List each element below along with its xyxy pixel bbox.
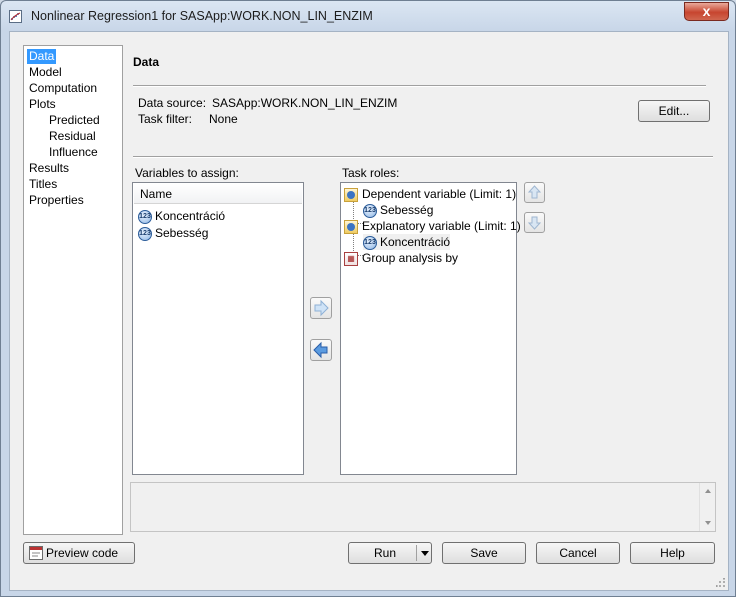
scroll-up-icon[interactable] (701, 486, 715, 496)
data-source-label: Data source: (138, 96, 207, 110)
nav-item-plots[interactable]: Plots (27, 97, 58, 112)
save-button[interactable]: Save (442, 542, 526, 564)
nav-item-data[interactable]: Data (27, 49, 57, 64)
numeric-variable-icon: 123 (363, 235, 377, 250)
cancel-button[interactable]: Cancel (536, 542, 620, 564)
nav-item-properties[interactable]: Properties (27, 193, 86, 208)
nav-item-influence[interactable]: Influence (47, 145, 100, 160)
variable-name: Sebesség (380, 203, 434, 217)
dialog-window: Nonlinear Regression1 for SASApp:WORK.NO… (0, 0, 736, 597)
role-icon (344, 219, 358, 234)
nav-item-computation[interactable]: Computation (27, 81, 99, 96)
divider (133, 85, 706, 87)
task-roles-label: Task roles: (342, 166, 400, 180)
scroll-down-icon[interactable] (701, 518, 715, 528)
run-button[interactable]: Run (348, 542, 432, 564)
split-divider (416, 545, 417, 561)
assign-right-button[interactable] (310, 297, 332, 319)
scrollbar[interactable] (699, 483, 715, 531)
variables-label: Variables to assign: (135, 166, 239, 180)
task-roles-tree[interactable]: Dependent variable (Limit: 1) 123 Sebessé… (340, 182, 521, 475)
nav-item-residual[interactable]: Residual (47, 129, 98, 144)
close-icon: x (702, 3, 711, 19)
regression-icon (9, 10, 22, 23)
dropdown-arrow-icon[interactable] (420, 550, 430, 558)
group-by-icon: ▦ (344, 251, 358, 266)
arrow-right-icon (314, 299, 329, 317)
role-dependent-variable[interactable]: Dependent variable (Limit: 1) (344, 186, 516, 202)
navigation-panel: Data Model Computation Plots Predicted R… (23, 45, 123, 535)
divider (133, 156, 713, 158)
window-title: Nonlinear Regression1 for SASApp:WORK.NO… (31, 9, 373, 23)
numeric-variable-icon: 123 (363, 203, 377, 218)
run-label: Run (374, 546, 397, 560)
task-filter-label: Task filter: (138, 112, 193, 126)
role-group-analysis[interactable]: ▦ Group analysis by (344, 250, 458, 266)
nav-item-results[interactable]: Results (27, 161, 71, 176)
nav-item-predicted[interactable]: Predicted (47, 113, 102, 128)
role-label: Explanatory variable (Limit: 1) (362, 219, 521, 233)
help-text-box (130, 482, 716, 532)
variables-list[interactable]: Name 123 Koncentráció 123 Sebesség (132, 182, 304, 475)
assigned-variable[interactable]: 123 Koncentráció (363, 234, 451, 250)
data-source-value: SASApp:WORK.NON_LIN_ENZIM (212, 96, 398, 110)
role-explanatory-variable[interactable]: Explanatory variable (Limit: 1) (344, 218, 521, 234)
nav-item-model[interactable]: Model (27, 65, 64, 80)
code-preview-icon (29, 546, 43, 560)
numeric-variable-icon: 123 (138, 209, 152, 224)
arrow-down-icon (527, 216, 542, 230)
page-title: Data (133, 55, 160, 69)
list-item[interactable]: 123 Koncentráció (138, 208, 225, 224)
edit-button[interactable]: Edit... (638, 100, 710, 122)
title-bar: Nonlinear Regression1 for SASApp:WORK.NO… (1, 1, 735, 31)
nav-item-titles[interactable]: Titles (27, 177, 59, 192)
move-up-button[interactable] (524, 182, 545, 203)
data-page: Data Data source: SASApp:WORK.NON_LIN_EN… (130, 45, 720, 490)
role-icon (344, 187, 358, 202)
assigned-variable[interactable]: 123 Sebesség (363, 202, 433, 218)
name-column-header[interactable]: Name (134, 184, 302, 204)
role-label: Group analysis by (362, 251, 459, 265)
help-button[interactable]: Help (630, 542, 715, 564)
role-label: Dependent variable (Limit: 1) (362, 187, 517, 201)
variable-name: Sebesség (155, 226, 209, 240)
preview-code-button[interactable]: Preview code (23, 542, 135, 564)
list-item[interactable]: 123 Sebesség (138, 225, 208, 241)
resize-grip-icon[interactable] (716, 578, 726, 588)
variable-name: Koncentráció (155, 209, 226, 223)
numeric-variable-icon: 123 (138, 226, 152, 241)
task-filter-value: None (209, 112, 238, 126)
arrow-up-icon (527, 185, 542, 199)
variable-name: Koncentráció (380, 235, 451, 249)
dialog-client: Data Model Computation Plots Predicted R… (9, 31, 729, 591)
move-down-button[interactable] (524, 212, 545, 233)
remove-left-button[interactable] (310, 339, 332, 361)
arrow-left-icon (313, 341, 328, 359)
close-button[interactable]: x (684, 2, 729, 21)
preview-code-label: Preview code (46, 546, 119, 560)
